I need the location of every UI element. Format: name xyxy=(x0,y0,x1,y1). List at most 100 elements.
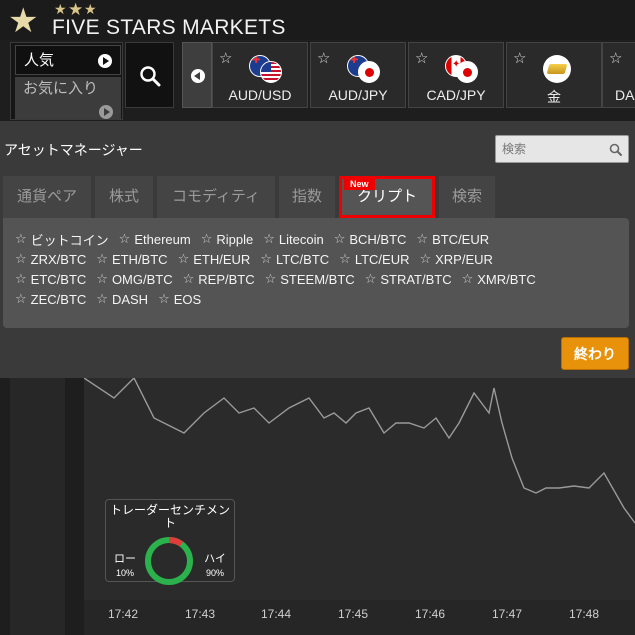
star-icon[interactable]: ☆ xyxy=(96,251,108,267)
crypto-asset-item[interactable]: ☆ BTC/EUR xyxy=(416,231,489,247)
crypto-asset-item[interactable]: ☆ Ethereum xyxy=(119,231,191,247)
crypto-asset-item[interactable]: ☆ LTC/BTC xyxy=(260,251,329,267)
sentiment-low-label: ロー xyxy=(114,553,136,565)
crypto-asset-item[interactable]: ☆ Ripple xyxy=(201,231,254,247)
star-icon[interactable]: ☆ xyxy=(415,49,428,67)
nav-favorites[interactable]: お気に入り xyxy=(15,77,121,119)
star-icon[interactable]: ☆ xyxy=(513,49,526,67)
star-icon[interactable]: ☆ xyxy=(609,49,622,67)
asset-search-input[interactable] xyxy=(496,136,606,162)
crypto-asset-label: XMR/BTC xyxy=(477,271,536,287)
star-icon[interactable]: ☆ xyxy=(365,271,377,287)
asset-label: AUD/USD xyxy=(228,87,292,103)
star-icon[interactable]: ☆ xyxy=(263,231,275,247)
sentiment-title: トレーダーセンチメント xyxy=(110,503,231,530)
crypto-asset-label: ETC/BTC xyxy=(30,271,87,287)
time-tick: 17:44 xyxy=(260,607,292,621)
star-icon[interactable]: ☆ xyxy=(178,251,190,267)
crypto-row: ☆ ビットコイン ☆ Ethereum ☆ Ripple ☆ Litecoin ☆ BCH/BTC… xyxy=(15,229,499,249)
crypto-asset-item[interactable]: ☆ EOS xyxy=(158,291,201,307)
star-icon[interactable]: ☆ xyxy=(419,251,431,267)
star-icon[interactable]: ☆ xyxy=(416,231,428,247)
crypto-asset-item[interactable]: ☆ ETH/BTC xyxy=(96,251,167,267)
crypto-row: ☆ ETC/BTC ☆ OMG/BTC ☆ REP/BTC ☆ STEEM/BTC ☆ STRAT… xyxy=(15,269,546,289)
strip-scroll-left-button[interactable] xyxy=(182,42,212,108)
crypto-asset-label: ETH/EUR xyxy=(193,251,251,267)
search-icon[interactable] xyxy=(609,143,622,156)
crypto-asset-item[interactable]: ☆ ETH/EUR xyxy=(178,251,251,267)
star-icon[interactable]: ☆ xyxy=(317,49,330,67)
star-icon[interactable]: ☆ xyxy=(119,231,131,247)
crypto-asset-item[interactable]: ☆ REP/BTC xyxy=(183,271,255,287)
crypto-asset-label: REP/BTC xyxy=(198,271,255,287)
asset-search-button[interactable] xyxy=(125,42,174,108)
time-tick: 17:42 xyxy=(107,607,139,621)
asset-tile-aud-usd[interactable]: ☆ AUD/USD xyxy=(212,42,308,108)
crypto-row: ☆ ZEC/BTC ☆ DASH ☆ EOS xyxy=(15,289,211,309)
star-icon[interactable]: ☆ xyxy=(265,271,277,287)
sentiment-donut xyxy=(145,537,193,585)
gold-bar-icon xyxy=(543,55,571,83)
tab-currency-pairs[interactable]: 通貨ペア xyxy=(3,176,91,218)
crypto-asset-item[interactable]: ☆ STRAT/BTC xyxy=(365,271,452,287)
time-tick: 17:43 xyxy=(184,607,216,621)
star-icon[interactable]: ☆ xyxy=(15,231,27,247)
asset-label: 金 xyxy=(547,89,561,105)
tab-commodities[interactable]: コモディティ xyxy=(157,176,275,218)
asset-label: DAX xyxy=(615,87,635,103)
time-tick: 17:46 xyxy=(414,607,446,621)
star-icon[interactable]: ☆ xyxy=(15,291,27,307)
star-icon[interactable]: ☆ xyxy=(260,251,272,267)
star-icon[interactable]: ☆ xyxy=(15,271,27,287)
search-icon xyxy=(140,66,161,87)
crypto-asset-item[interactable]: ☆ OMG/BTC xyxy=(96,271,172,287)
tab-indices[interactable]: 指数 xyxy=(279,176,335,218)
close-button[interactable]: 終わり xyxy=(561,337,629,370)
star-icon[interactable]: ☆ xyxy=(96,291,108,307)
crypto-asset-item[interactable]: ☆ XRP/EUR xyxy=(419,251,492,267)
new-badge: New xyxy=(344,178,375,190)
crypto-asset-item[interactable]: ☆ XMR/BTC xyxy=(462,271,536,287)
flag-au-jp-icon xyxy=(347,55,381,83)
star-icon[interactable]: ☆ xyxy=(201,231,213,247)
tab-stocks[interactable]: 株式 xyxy=(95,176,153,218)
asset-tile-gold[interactable]: ☆ 金 xyxy=(506,42,602,108)
crypto-asset-item[interactable]: ☆ STEEM/BTC xyxy=(265,271,355,287)
star-icon[interactable]: ☆ xyxy=(334,231,346,247)
logo[interactable]: ★ ★ ★ ★ FIVE STARS MARKETS xyxy=(8,1,285,39)
crypto-asset-item[interactable]: ☆ BCH/BTC xyxy=(334,231,407,247)
crypto-asset-item[interactable]: ☆ ZEC/BTC xyxy=(15,291,86,307)
crypto-asset-list: ☆ ビットコイン ☆ Ethereum ☆ Ripple ☆ Litecoin ☆ BCH/BTC… xyxy=(3,218,629,328)
star-icon[interactable]: ☆ xyxy=(96,271,108,287)
time-tick: 17:45 xyxy=(337,607,369,621)
crypto-asset-label: STEEM/BTC xyxy=(280,271,355,287)
star-icon[interactable]: ☆ xyxy=(183,271,195,287)
crypto-asset-label: STRAT/BTC xyxy=(380,271,452,287)
sentiment-high-pct: 90% xyxy=(205,568,224,578)
star-icon[interactable]: ☆ xyxy=(15,251,27,267)
crypto-asset-label: BCH/BTC xyxy=(349,231,407,247)
chevron-left-icon xyxy=(191,69,205,83)
star-icon[interactable]: ☆ xyxy=(219,49,232,67)
crypto-asset-item[interactable]: ☆ ZRX/BTC xyxy=(15,251,86,267)
asset-tile-aud-jpy[interactable]: ☆ AUD/JPY xyxy=(310,42,406,108)
asset-tile-dax[interactable]: ☆ DAX xyxy=(602,42,635,108)
chart-left-column xyxy=(10,378,65,635)
asset-tile-cad-jpy[interactable]: ☆ CAD/JPY xyxy=(408,42,504,108)
nav-popular[interactable]: 人気 xyxy=(15,45,121,75)
nav-popular-label: 人気 xyxy=(24,52,55,69)
crypto-asset-item[interactable]: ☆ Litecoin xyxy=(263,231,323,247)
crypto-asset-label: EOS xyxy=(173,291,202,307)
asset-search-box xyxy=(495,135,629,163)
tab-search[interactable]: 検索 xyxy=(439,176,495,218)
tab-crypto[interactable]: New クリプト xyxy=(339,176,435,218)
star-icon[interactable]: ☆ xyxy=(339,251,351,267)
crypto-asset-item[interactable]: ☆ DASH xyxy=(96,291,148,307)
star-icon[interactable]: ☆ xyxy=(462,271,474,287)
crypto-asset-item[interactable]: ☆ ETC/BTC xyxy=(15,271,86,287)
crypto-asset-item[interactable]: ☆ LTC/EUR xyxy=(339,251,409,267)
crypto-asset-label: Litecoin xyxy=(278,231,324,247)
star-icon[interactable]: ☆ xyxy=(158,291,170,307)
crypto-asset-label: ビットコイン xyxy=(30,232,109,248)
crypto-asset-item[interactable]: ☆ ビットコイン xyxy=(15,230,109,249)
